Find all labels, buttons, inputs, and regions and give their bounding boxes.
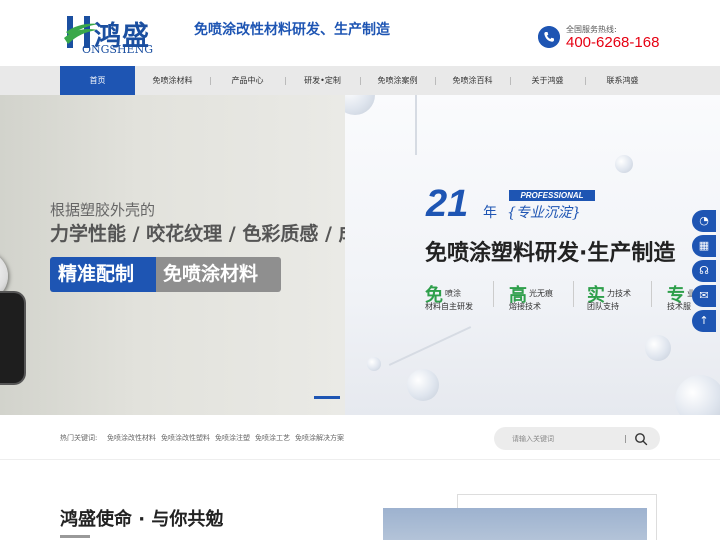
hot-keyword-link[interactable]: 免喷涂注塑: [215, 433, 250, 443]
feature-divider: [493, 281, 494, 307]
decor-rod: [388, 326, 472, 366]
years-number: 21: [426, 183, 469, 225]
hot-keyword-link[interactable]: 免喷涂改性材料: [107, 433, 156, 443]
hot-keyword-link[interactable]: 免喷涂改性塑料: [161, 433, 210, 443]
qq-icon[interactable]: ◔: [692, 210, 716, 232]
decor-sphere: [407, 369, 439, 401]
feature-sub-text: 团队支持: [587, 302, 619, 311]
decor-sphere: [645, 335, 671, 361]
feature-sub-text: 技术服: [667, 302, 691, 311]
nav-item-about[interactable]: 关于鸿盛: [510, 66, 585, 95]
nav-item-encyclopedia[interactable]: 免喷涂百科: [435, 66, 510, 95]
search-icon[interactable]: [634, 432, 648, 446]
hot-keywords-label: 热门关键词:: [60, 434, 98, 442]
specialty-text: {专业沉淀}: [507, 205, 581, 221]
headset-icon[interactable]: ☊: [692, 260, 716, 282]
banner-title: 免喷涂塑料研发·生产制造: [425, 241, 676, 266]
banner-pill-material: 免喷涂材料: [163, 263, 259, 285]
feature-sub-text: 熔接技术: [509, 302, 541, 311]
nav-item-products[interactable]: 产品中心: [210, 66, 285, 95]
feature-small-text: 力技术: [607, 289, 631, 298]
mission-title: 鸿盛使命 · 与你共勉: [60, 509, 224, 530]
search-bar-row: 热门关键词: 免喷涂改性材料 免喷涂改性塑料 免喷涂注塑 免喷涂工艺 免喷涂解决…: [0, 415, 720, 460]
feature-divider: [573, 281, 574, 307]
feature-divider: [651, 281, 652, 307]
banner-slide-left: 根据塑胶外壳的 力学性能 / 咬花纹理 / 色彩质感 / 成 精准配制 免喷涂材…: [0, 95, 345, 415]
hot-keyword-link[interactable]: 免喷涂解决方案: [295, 433, 344, 443]
back-to-top-icon[interactable]: ↑: [692, 310, 716, 332]
nav-item-rnd[interactable]: 研发•定制: [285, 66, 360, 95]
site-logo[interactable]: 鸿盛 ONGSHENG: [64, 12, 168, 56]
search-input[interactable]: [512, 432, 618, 445]
feature-small-text: 光无痕: [529, 289, 553, 298]
banner-properties-text: 力学性能 / 咬花纹理 / 色彩质感 / 成: [50, 223, 345, 245]
decor-sphere: [615, 155, 633, 173]
main-nav: 首页 免喷涂材料 产品中心 研发•定制 免喷涂案例 免喷涂百科 关于鸿盛 联系鸿…: [0, 66, 720, 95]
banner-highlight-pill: 精准配制 免喷涂材料: [50, 257, 281, 292]
banner-pill-precise: 精准配制: [50, 257, 156, 292]
decor-sphere: [345, 95, 375, 115]
qrcode-icon[interactable]: ▦: [692, 235, 716, 257]
site-header: 鸿盛 ONGSHENG 免喷涂改性材料研发、生产制造 全国服务热线: 400-6…: [0, 0, 720, 66]
logo-english-text: ONGSHENG: [82, 43, 154, 56]
search-divider: [625, 435, 626, 443]
banner-slide-right: 21 年 PROFESSIONAL {专业沉淀} 免喷涂塑料研发·生产制造 免 …: [345, 95, 720, 415]
feature-small-text: 喷涂: [445, 289, 461, 298]
mission-title-underline: [60, 535, 90, 538]
nav-item-cases[interactable]: 免喷涂案例: [360, 66, 435, 95]
decor-sphere: [675, 375, 720, 415]
phone-icon: [538, 26, 560, 48]
nav-item-home[interactable]: 首页: [60, 66, 135, 95]
years-unit: 年: [483, 205, 497, 221]
banner-intro-text: 根据塑胶外壳的: [50, 201, 156, 219]
slide-indicator[interactable]: [314, 396, 340, 399]
hot-keyword-link[interactable]: 免喷涂工艺: [255, 433, 290, 443]
mission-image: [383, 508, 647, 540]
decor-sphere: [367, 357, 381, 371]
mail-icon[interactable]: ✉: [692, 285, 716, 307]
header-slogan: 免喷涂改性材料研发、生产制造: [194, 22, 390, 38]
hotline-number[interactable]: 400-6268-168: [566, 34, 659, 51]
feature-sub-text: 材料自主研发: [425, 302, 473, 311]
product-sample-image: [0, 293, 24, 383]
search-box: [494, 427, 660, 450]
decor-rod: [415, 95, 417, 155]
nav-item-contact[interactable]: 联系鸿盛: [585, 66, 660, 95]
nav-item-materials[interactable]: 免喷涂材料: [135, 66, 210, 95]
hero-banner[interactable]: 根据塑胶外壳的 力学性能 / 咬花纹理 / 色彩质感 / 成 精准配制 免喷涂材…: [0, 95, 720, 415]
professional-badge: PROFESSIONAL: [509, 190, 595, 201]
